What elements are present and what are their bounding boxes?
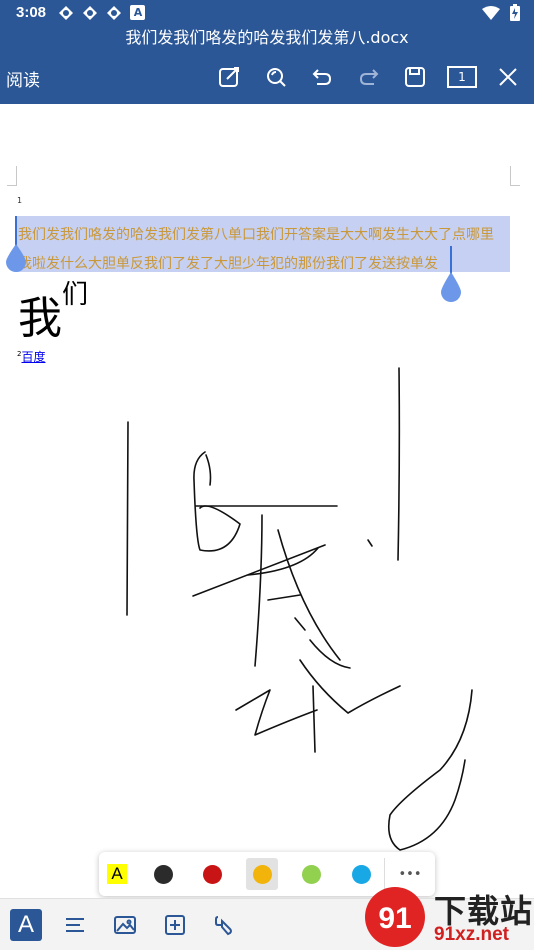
text-format-icon[interactable]: A xyxy=(10,909,42,941)
ink-stroke xyxy=(235,689,318,736)
ink-stroke xyxy=(387,689,473,851)
ink-stroke xyxy=(126,421,129,616)
ink-stroke xyxy=(267,594,301,601)
insert-icon[interactable] xyxy=(159,909,191,941)
watermark-logo-icon: 91 xyxy=(365,887,425,947)
ink-stroke xyxy=(294,617,306,631)
ink-icon[interactable] xyxy=(208,909,240,941)
color-yellow-button[interactable] xyxy=(246,858,278,890)
paragraph-icon[interactable] xyxy=(59,909,91,941)
color-red-button[interactable] xyxy=(198,860,226,888)
watermark-logo-text: 91 xyxy=(378,902,411,935)
image-icon[interactable] xyxy=(109,909,141,941)
color-green-button[interactable] xyxy=(297,860,325,888)
ink-stroke xyxy=(367,539,373,547)
font-button-label: A xyxy=(17,911,34,938)
color-swatch-red xyxy=(202,864,222,884)
color-swatch-yellow xyxy=(252,864,272,884)
ink-stroke xyxy=(205,454,212,486)
ink-stroke xyxy=(193,451,241,552)
color-swatch-blue xyxy=(351,864,371,884)
color-swatch-black xyxy=(153,864,173,884)
handwriting-ink-strokes[interactable] xyxy=(0,0,534,950)
color-black-button[interactable] xyxy=(149,860,177,888)
ink-stroke xyxy=(277,529,341,661)
ink-stroke xyxy=(309,639,351,669)
highlighter-button[interactable]: A xyxy=(103,860,131,888)
watermark-url: 91xz.net xyxy=(434,924,509,945)
highlighter-icon: A xyxy=(107,864,127,884)
ink-stroke xyxy=(312,685,316,753)
ink-stroke xyxy=(397,367,401,561)
ink-stroke xyxy=(254,514,263,667)
ink-stroke xyxy=(192,544,326,597)
color-swatch-green xyxy=(301,864,321,884)
site-watermark: 91 下载站 91xz.net xyxy=(362,884,534,950)
